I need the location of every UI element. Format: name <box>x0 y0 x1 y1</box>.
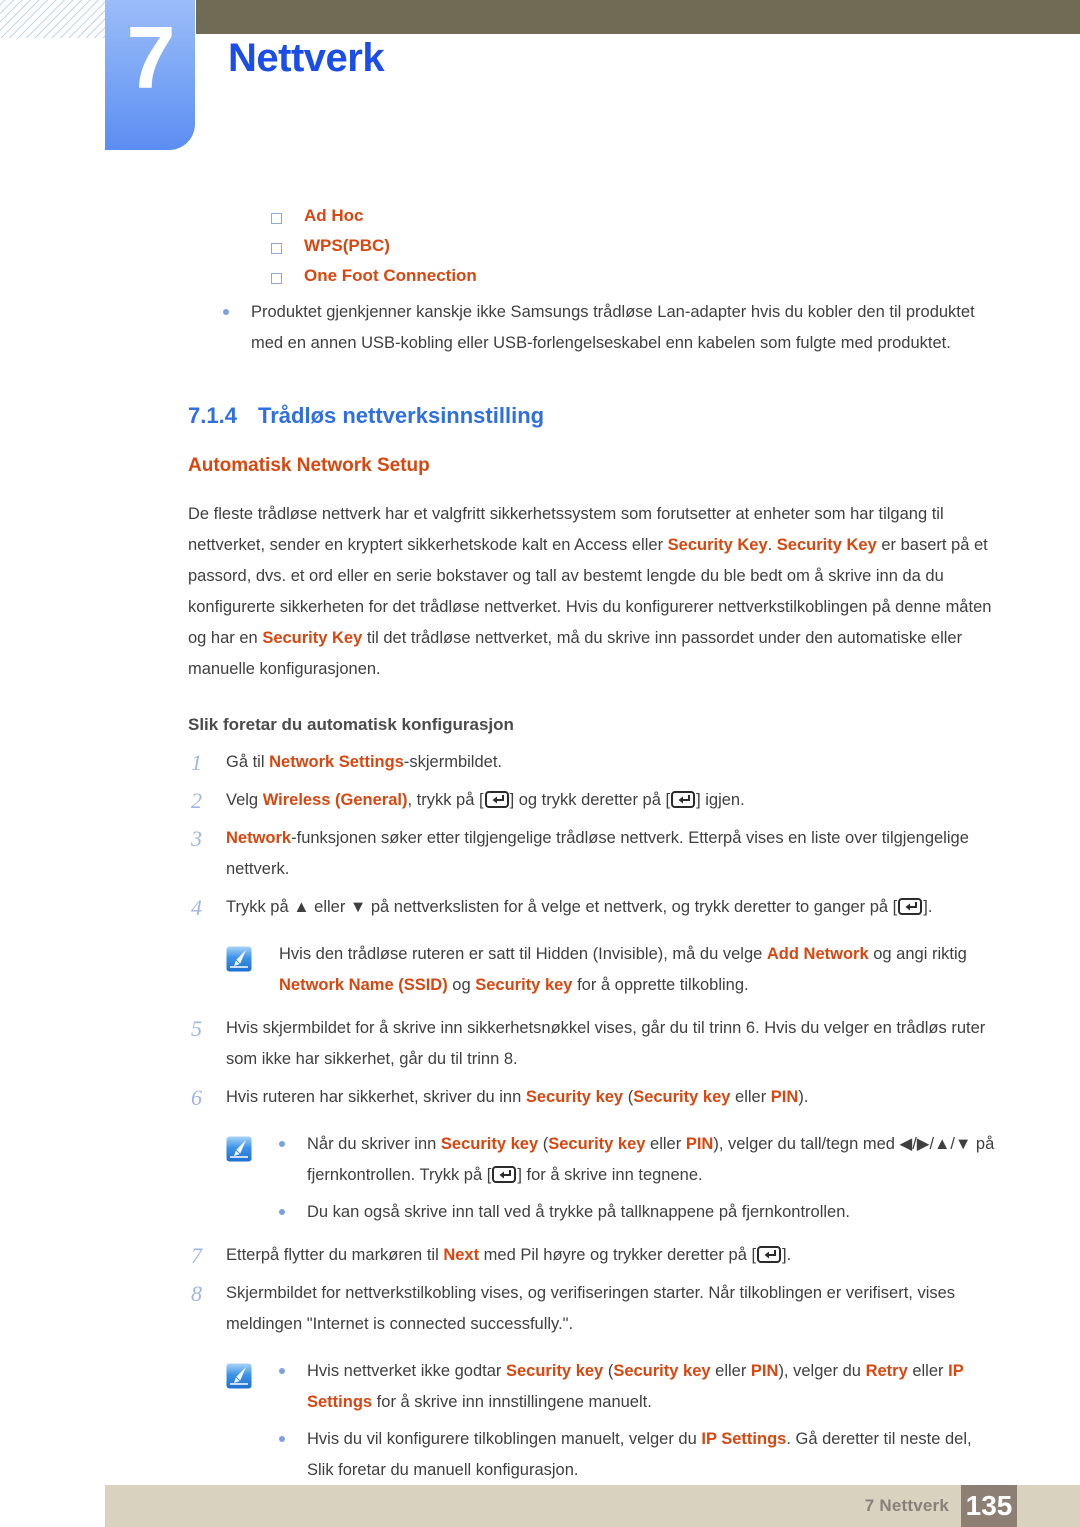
note-body: Når du skriver inn Security key (Securit… <box>279 1129 1000 1228</box>
step-text: Skjermbildet for nettverkstilkobling vis… <box>226 1284 956 1333</box>
step-item: 4 Trykk på ▲ eller ▼ på nettverkslisten … <box>188 892 1000 923</box>
feature-label: Ad Hoc <box>304 206 364 225</box>
step-text: Network-funksjonen søker etter tilgjenge… <box>226 829 969 878</box>
note-text: Hvis den trådløse ruteren er satt til Hi… <box>279 945 967 994</box>
list-item: One Foot Connection <box>188 265 1000 286</box>
intro-highlight-2: Security Key <box>776 536 877 554</box>
step-text: Trykk på ▲ eller ▼ på nettverkslisten fo… <box>226 892 1000 923</box>
subsection-heading: Automatisk Network Setup <box>188 455 430 476</box>
procedure-heading: Slik foretar du automatisk konfigurasjon <box>188 715 514 734</box>
note-pencil-icon <box>226 1363 252 1389</box>
intro-highlight-1: Security Key <box>667 536 768 554</box>
list-item: WPS(PBC) <box>188 235 1000 256</box>
section-number: 7.1.4 <box>188 403 237 428</box>
list-item: Produktet gjenkjenner kanskje ikke Samsu… <box>188 297 1000 359</box>
note-body: Hvis nettverket ikke godtar Security key… <box>279 1356 1000 1486</box>
round-bullet-icon <box>279 1209 285 1215</box>
square-bullet-icon <box>271 273 282 284</box>
feature-label: One Foot Connection <box>304 266 477 285</box>
adapter-note-text: Produktet gjenkjenner kanskje ikke Samsu… <box>251 303 975 352</box>
step-item: 8 Skjermbildet for nettverkstilkobling v… <box>188 1278 1000 1340</box>
step-number: 8 <box>191 1281 202 1306</box>
step-number: 2 <box>191 788 202 813</box>
enter-key-icon <box>671 788 696 808</box>
note-bullet-item: Når du skriver inn Security key (Securit… <box>279 1129 1000 1191</box>
enter-key-icon <box>898 895 923 915</box>
note-pencil-icon <box>226 946 252 972</box>
step-item: 6 Hvis ruteren har sikkerhet, skriver du… <box>188 1082 1000 1113</box>
step-text: Velg Wireless (General), trykk på [] og … <box>226 785 1000 816</box>
step-text: Hvis skjermbildet for å skrive inn sikke… <box>226 1019 986 1068</box>
step-text: Etterpå flytter du markøren til Next med… <box>226 1240 1000 1271</box>
intro-highlight-3: Security Key <box>262 629 363 647</box>
note-pencil-icon <box>226 1136 252 1162</box>
step-number: 4 <box>191 895 202 920</box>
step-item: 7 Etterpå flytter du markøren til Next m… <box>188 1240 1000 1271</box>
step-item: 3 Network-funksjonen søker etter tilgjen… <box>188 823 1000 885</box>
chapter-number-tab: 7 <box>105 0 195 150</box>
round-bullet-icon <box>279 1368 285 1374</box>
step-item: 1 Gå til Network Settings-skjermbildet. <box>188 747 1000 778</box>
enter-key-icon <box>492 1163 517 1183</box>
note-bullet-item: Hvis du vil konfigurere tilkoblingen man… <box>279 1424 1000 1486</box>
square-bullet-icon <box>271 243 282 254</box>
square-bullet-icon <box>271 213 282 224</box>
page-number: 135 <box>961 1485 1017 1527</box>
note-text: Du kan også skrive inn tall ved å trykke… <box>307 1203 850 1221</box>
note-text: Hvis du vil konfigurere tilkoblingen man… <box>307 1430 972 1479</box>
steps-group-3: 7 Etterpå flytter du markøren til Next m… <box>188 1240 1000 1340</box>
note-box: Når du skriver inn Security key (Securit… <box>188 1129 1000 1228</box>
feature-list: Ad Hoc WPS(PBC) One Foot Connection <box>188 205 1000 286</box>
step-item: 2 Velg Wireless (General), trykk på [] o… <box>188 785 1000 816</box>
feature-label: WPS(PBC) <box>304 236 390 255</box>
note-bullet-item: Du kan også skrive inn tall ved å trykke… <box>279 1197 1000 1228</box>
note-text: Hvis nettverket ikke godtar Security key… <box>307 1362 964 1411</box>
round-bullet-icon <box>223 309 229 315</box>
step-item: 5 Hvis skjermbildet for å skrive inn sik… <box>188 1013 1000 1075</box>
decorative-hatch-pattern <box>0 0 112 38</box>
step-number: 6 <box>191 1085 202 1110</box>
step-number: 1 <box>191 750 202 775</box>
section-heading: 7.1.4 Trådløs nettverksinnstilling <box>188 403 1000 429</box>
step-text: Hvis ruteren har sikkerhet, skriver du i… <box>226 1088 809 1106</box>
step-number: 7 <box>191 1243 202 1268</box>
section-title: Trådløs nettverksinnstilling <box>258 403 545 428</box>
note-box: Hvis nettverket ikke godtar Security key… <box>188 1356 1000 1486</box>
enter-key-icon <box>757 1243 782 1263</box>
step-text: Gå til Network Settings-skjermbildet. <box>226 753 502 771</box>
note-text: Når du skriver inn Security key (Securit… <box>307 1135 995 1184</box>
list-item: Ad Hoc <box>188 205 1000 226</box>
chapter-title: Nettverk <box>228 36 385 80</box>
note-box: Hvis den trådløse ruteren er satt til Hi… <box>188 939 1000 1001</box>
intro-text-2: . <box>767 536 777 554</box>
note-bullet-item: Hvis nettverket ikke godtar Security key… <box>279 1356 1000 1418</box>
step-number: 5 <box>191 1016 202 1041</box>
round-bullet-icon <box>279 1141 285 1147</box>
steps-group-1: 1 Gå til Network Settings-skjermbildet. … <box>188 747 1000 923</box>
page-content: Ad Hoc WPS(PBC) One Foot Connection Prod… <box>188 205 1000 1486</box>
footer-chapter-label: 7 Nettverk <box>864 1496 949 1515</box>
header-olive-bar <box>196 0 1080 34</box>
step-number: 3 <box>191 826 202 851</box>
enter-key-icon <box>484 788 509 808</box>
steps-group-2: 5 Hvis skjermbildet for å skrive inn sik… <box>188 1013 1000 1113</box>
intro-paragraph: De fleste trådløse nettverk har et valgf… <box>188 499 1000 685</box>
round-bullet-icon <box>279 1436 285 1442</box>
